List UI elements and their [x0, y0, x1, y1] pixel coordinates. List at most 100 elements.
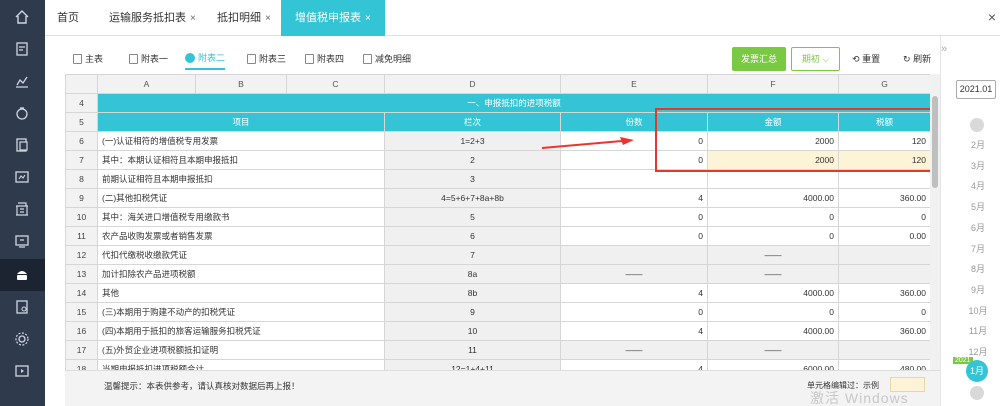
amount-cell[interactable]: 0: [707, 226, 839, 246]
subtab-schedule-3[interactable]: 附表三: [247, 48, 286, 70]
subtab-schedule-2[interactable]: 附表二: [185, 48, 226, 70]
screen-icon[interactable]: [13, 232, 31, 250]
count-cell[interactable]: ——: [560, 340, 708, 360]
invoice-summary-button[interactable]: 发票汇总: [732, 47, 786, 71]
table-row: 9 (二)其他扣税凭证 4=5+6+7+8a+8b 4 4000.00 360.00: [65, 188, 930, 208]
item-cell: (二)其他扣税凭证: [97, 188, 385, 208]
close-icon[interactable]: ×: [190, 13, 196, 24]
item-cell: (四)本期用于抵扣的旅客运输服务扣税凭证: [97, 321, 385, 341]
amount-cell[interactable]: [707, 169, 839, 189]
amount-cell[interactable]: 4000.00: [707, 283, 839, 303]
amount-cell[interactable]: 0: [707, 302, 839, 322]
money-bag-icon[interactable]: [13, 104, 31, 122]
amount-cell[interactable]: 4000.00: [707, 188, 839, 208]
tax-cell[interactable]: 360.00: [838, 283, 930, 303]
expand-chevron-icon[interactable]: »: [941, 43, 947, 55]
close-icon[interactable]: ×: [365, 13, 371, 24]
count-cell[interactable]: 0: [560, 226, 708, 246]
month-item[interactable]: 11月: [963, 324, 993, 337]
tab-deduction-detail[interactable]: 抵扣明细 ×: [217, 0, 271, 36]
tab-home[interactable]: 首页: [57, 0, 79, 36]
amount-cell[interactable]: 6000.00: [707, 359, 839, 370]
column-letter[interactable]: C: [286, 74, 385, 94]
count-cell[interactable]: 4: [560, 321, 708, 341]
tax-cell[interactable]: 0.00: [838, 226, 930, 246]
tax-cell[interactable]: [838, 169, 930, 189]
month-item[interactable]: 6月: [963, 221, 993, 234]
count-cell[interactable]: 0: [560, 207, 708, 227]
month-item[interactable]: 2月: [963, 138, 993, 151]
subtab-label: 附表四: [317, 54, 345, 64]
close-icon[interactable]: ×: [265, 13, 271, 24]
amount-cell[interactable]: ——: [707, 245, 839, 265]
tax-cell[interactable]: 0: [838, 302, 930, 322]
month-item[interactable]: 8月: [963, 262, 993, 275]
month-item[interactable]: 5月: [963, 200, 993, 213]
item-cell: (三)本期用于购建不动产的扣税凭证: [97, 302, 385, 322]
item-cell: 其中：海关进口增值税专用缴款书: [97, 207, 385, 227]
tab-vat-return[interactable]: 增值税申报表 ×: [281, 0, 385, 36]
ledger-icon[interactable]: [13, 168, 31, 186]
row-number: 10: [65, 207, 98, 227]
period-dropdown[interactable]: 期初 ⌵: [791, 47, 840, 71]
amount-cell[interactable]: ——: [707, 264, 839, 284]
table-row: 11 农产品收购发票或者销售发票 6 0 0 0.00: [65, 226, 930, 246]
column-letter[interactable]: G: [838, 74, 930, 94]
count-cell[interactable]: ——: [560, 264, 708, 284]
window-close-icon[interactable]: ×: [988, 9, 996, 25]
play-icon[interactable]: [13, 362, 31, 380]
month-active[interactable]: 1月: [966, 360, 988, 382]
month-item[interactable]: 9月: [963, 283, 993, 296]
column-letter[interactable]: D: [384, 74, 561, 94]
column-letter[interactable]: E: [560, 74, 708, 94]
invoice-icon[interactable]: [13, 136, 31, 154]
year-selector[interactable]: 2021.01: [956, 80, 996, 99]
item-cell: 代扣代缴税收缴款凭证: [97, 245, 385, 265]
reset-button[interactable]: ⟲ 重置: [852, 47, 880, 71]
tab-transport-deduction[interactable]: 运输服务抵扣表 ×: [109, 0, 196, 36]
month-item[interactable]: 4月: [963, 179, 993, 192]
column-letter[interactable]: F: [707, 74, 839, 94]
subtab-label: 附表一: [141, 54, 169, 64]
subtab-main[interactable]: 主表: [73, 48, 103, 70]
refresh-button[interactable]: ↻ 刷新: [903, 47, 931, 71]
count-cell[interactable]: 0: [560, 302, 708, 322]
scrollbar-thumb[interactable]: [932, 96, 938, 188]
report-icon[interactable]: [13, 298, 31, 316]
item-cell: (一)认证相符的增值税专用发票: [97, 131, 385, 151]
tax-cell[interactable]: 360.00: [838, 321, 930, 341]
tax-cell[interactable]: 360.00: [838, 188, 930, 208]
month-item[interactable]: 10月: [963, 304, 993, 317]
settings-icon[interactable]: [13, 330, 31, 348]
tax-cell[interactable]: [838, 340, 930, 360]
scroll-down-icon[interactable]: [970, 386, 984, 400]
count-cell[interactable]: [560, 169, 708, 189]
subtab-tax-relief[interactable]: 减免明细: [363, 48, 411, 70]
tax-declaration-icon[interactable]: [13, 266, 31, 284]
amount-cell[interactable]: 0: [707, 207, 839, 227]
amount-cell[interactable]: 4000.00: [707, 321, 839, 341]
count-cell[interactable]: 4: [560, 359, 708, 370]
document-edit-icon[interactable]: [13, 40, 31, 58]
count-cell[interactable]: [560, 245, 708, 265]
count-cell[interactable]: 4: [560, 188, 708, 208]
tax-cell[interactable]: 0: [838, 207, 930, 227]
scroll-up-icon[interactable]: [970, 118, 984, 132]
month-item[interactable]: 7月: [963, 242, 993, 255]
subtab-schedule-4[interactable]: 附表四: [305, 48, 344, 70]
month-item[interactable]: 3月: [963, 159, 993, 172]
col-no-cell: 9: [384, 302, 561, 322]
tax-cell[interactable]: [838, 245, 930, 265]
tax-cell[interactable]: 480.00: [838, 359, 930, 370]
subtab-schedule-1[interactable]: 附表一: [129, 48, 168, 70]
column-letter[interactable]: B: [195, 74, 287, 94]
count-cell[interactable]: 4: [560, 283, 708, 303]
table-row: 12 代扣代缴税收缴款凭证 7 ——: [65, 245, 930, 265]
building-icon[interactable]: [13, 200, 31, 218]
amount-cell[interactable]: ——: [707, 340, 839, 360]
chart-icon[interactable]: [13, 72, 31, 90]
tax-cell[interactable]: [838, 264, 930, 284]
annotation-arrow-icon: [541, 137, 634, 149]
column-letter[interactable]: A: [97, 74, 196, 94]
home-icon[interactable]: [13, 8, 31, 26]
